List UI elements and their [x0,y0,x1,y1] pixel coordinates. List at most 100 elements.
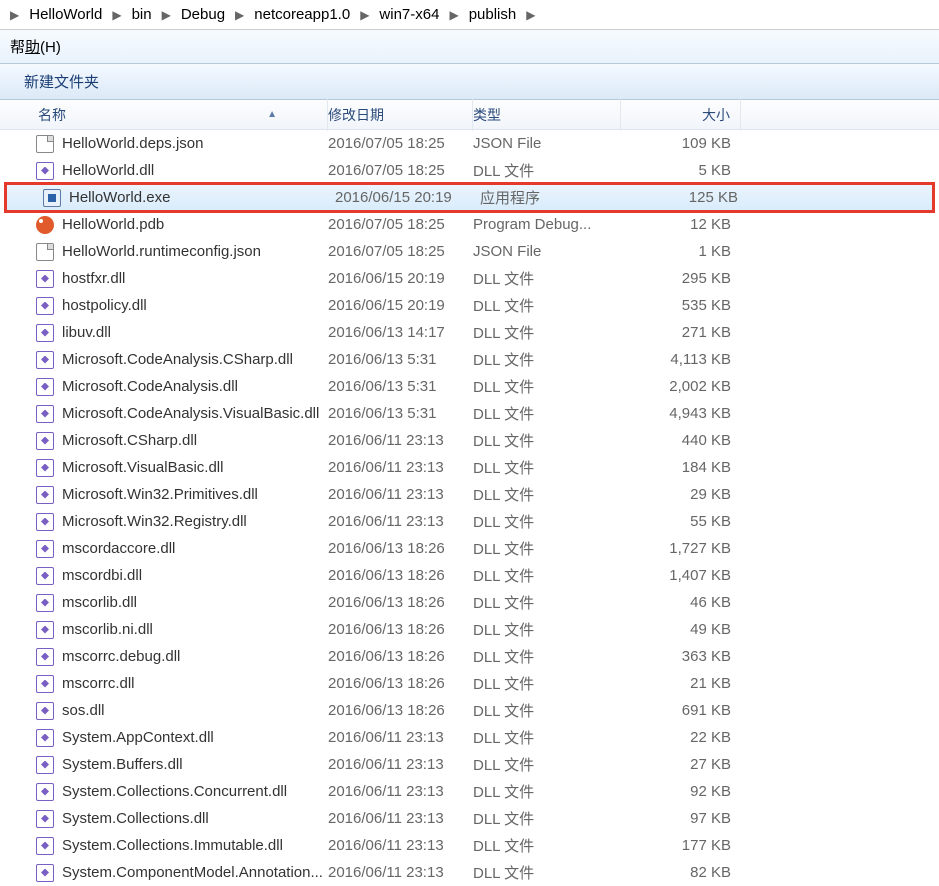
file-type: JSON File [473,135,621,152]
file-date: 2016/06/11 23:13 [328,810,473,827]
file-row[interactable]: System.Collections.Concurrent.dll2016/06… [0,778,939,805]
file-row[interactable]: Microsoft.CodeAnalysis.VisualBasic.dll 20… [0,400,939,427]
file-row[interactable]: HelloWorld.deps.json2016/07/05 18:25JSON… [0,130,939,157]
breadcrumb-separator-icon: ▶ [4,8,25,22]
file-row[interactable]: HelloWorld.pdb2016/07/05 18:25Program De… [0,211,939,238]
file-row[interactable]: System.Collections.Immutable.dll2016/06/… [0,832,939,859]
file-name: HelloWorld.pdb [62,216,164,233]
breadcrumb-item[interactable]: netcoreapp1.0 [250,4,354,25]
file-date: 2016/06/11 23:13 [328,756,473,773]
dll-file-icon [36,162,54,180]
file-name: Microsoft.CodeAnalysis.CSharp.dll [62,351,293,368]
file-name: mscorrc.dll [62,675,135,692]
file-row[interactable]: System.ComponentModel.Annotation...2016/… [0,859,939,886]
file-row[interactable]: Microsoft.CSharp.dll2016/06/11 23:13DLL … [0,427,939,454]
breadcrumb[interactable]: ▶HelloWorld▶bin▶Debug▶netcoreapp1.0▶win7… [0,0,939,30]
dll-file-icon [36,513,54,531]
menu-help[interactable]: 帮助(H) [4,32,67,61]
file-date: 2016/06/15 20:19 [328,297,473,314]
breadcrumb-item[interactable]: HelloWorld [25,4,106,25]
file-row[interactable]: HelloWorld.exe2016/06/15 20:19应用程序125 KB [6,184,933,211]
file-size: 177 KB [621,837,741,854]
file-type: Program Debug... [473,216,621,233]
file-name: Microsoft.Win32.Primitives.dll [62,486,258,503]
file-row[interactable]: System.Buffers.dll2016/06/11 23:13DLL 文件… [0,751,939,778]
file-row[interactable]: Microsoft.CodeAnalysis.dll2016/06/13 5:3… [0,373,939,400]
breadcrumb-item[interactable]: publish [465,4,521,25]
file-type: DLL 文件 [473,700,621,721]
file-name: mscordbi.dll [62,567,142,584]
dll-file-icon [36,486,54,504]
file-row[interactable]: libuv.dll2016/06/13 14:17DLL 文件271 KB [0,319,939,346]
dll-file-icon [36,783,54,801]
file-type: DLL 文件 [473,349,621,370]
file-type: DLL 文件 [473,295,621,316]
file-list[interactable]: HelloWorld.deps.json2016/07/05 18:25JSON… [0,130,939,886]
dll-file-icon [36,297,54,315]
dll-file-icon [36,594,54,612]
file-name: HelloWorld.deps.json [62,135,203,152]
breadcrumb-item[interactable]: Debug [177,4,229,25]
file-row[interactable]: mscordaccore.dll2016/06/13 18:26DLL 文件1,… [0,535,939,562]
file-date: 2016/06/13 18:26 [328,621,473,638]
column-header-type[interactable]: 类型 [473,99,621,131]
file-type: DLL 文件 [473,565,621,586]
file-size: 49 KB [621,621,741,638]
file-row[interactable]: Microsoft.Win32.Registry.dll2016/06/11 2… [0,508,939,535]
file-date: 2016/06/11 23:13 [328,432,473,449]
dll-file-icon [36,675,54,693]
file-date: 2016/06/11 23:13 [328,729,473,746]
dll-file-icon [36,756,54,774]
file-row[interactable]: System.AppContext.dll2016/06/11 23:13DLL… [0,724,939,751]
file-row[interactable]: mscorrc.debug.dll2016/06/13 18:26DLL 文件3… [0,643,939,670]
file-name: Microsoft.CodeAnalysis.VisualBasic.dll [62,405,319,422]
file-name: mscordaccore.dll [62,540,175,557]
file-date: 2016/06/11 23:13 [328,459,473,476]
file-name: mscorlib.dll [62,594,137,611]
breadcrumb-item[interactable]: win7-x64 [375,4,443,25]
file-name: mscorlib.ni.dll [62,621,153,638]
dll-file-icon [36,432,54,450]
file-type: DLL 文件 [473,484,621,505]
file-row[interactable]: Microsoft.VisualBasic.dll2016/06/11 23:1… [0,454,939,481]
dll-file-icon [36,351,54,369]
file-type: DLL 文件 [473,322,621,343]
file-type: DLL 文件 [473,376,621,397]
file-row[interactable]: mscorlib.dll2016/06/13 18:26DLL 文件46 KB [0,589,939,616]
column-header-name[interactable]: 名称 ▲ [0,99,328,131]
file-date: 2016/07/05 18:25 [328,162,473,179]
file-date: 2016/06/11 23:13 [328,864,473,881]
file-type: DLL 文件 [473,862,621,883]
file-date: 2016/07/05 18:25 [328,243,473,260]
file-date: 2016/06/13 14:17 [328,324,473,341]
pdb-file-icon [36,216,54,234]
file-row[interactable]: hostpolicy.dll2016/06/15 20:19DLL 文件535 … [0,292,939,319]
file-date: 2016/06/13 18:26 [328,702,473,719]
file-row[interactable]: HelloWorld.dll2016/07/05 18:25DLL 文件5 KB [0,157,939,184]
file-date: 2016/06/15 20:19 [335,189,480,206]
file-row[interactable]: hostfxr.dll2016/06/15 20:19DLL 文件295 KB [0,265,939,292]
column-header-date[interactable]: 修改日期 [328,99,473,131]
file-date: 2016/06/11 23:13 [328,513,473,530]
file-date: 2016/06/13 5:31 [328,405,473,422]
file-size: 97 KB [621,810,741,827]
json-file-icon [36,135,54,153]
breadcrumb-separator-icon: ▶ [106,8,127,22]
file-name: mscorrc.debug.dll [62,648,180,665]
file-row[interactable]: mscorlib.ni.dll 2016/06/13 18:26DLL 文件49 … [0,616,939,643]
file-row[interactable]: Microsoft.Win32.Primitives.dll2016/06/11… [0,481,939,508]
file-type: DLL 文件 [473,619,621,640]
file-row[interactable]: sos.dll2016/06/13 18:26DLL 文件691 KB [0,697,939,724]
file-row[interactable]: Microsoft.CodeAnalysis.CSharp.dll2016/06… [0,346,939,373]
file-name: hostpolicy.dll [62,297,147,314]
new-folder-button[interactable]: 新建文件夹 [16,67,107,96]
file-size: 27 KB [621,756,741,773]
breadcrumb-item[interactable]: bin [128,4,156,25]
file-type: DLL 文件 [473,673,621,694]
file-row[interactable]: mscorrc.dll2016/06/13 18:26DLL 文件21 KB [0,670,939,697]
file-row[interactable]: HelloWorld.runtimeconfig.json2016/07/05 … [0,238,939,265]
file-row[interactable]: mscordbi.dll2016/06/13 18:26DLL 文件1,407 … [0,562,939,589]
column-header-size[interactable]: 大小 [621,99,741,131]
file-row[interactable]: System.Collections.dll2016/06/11 23:13DL… [0,805,939,832]
menu-help-text: 帮助(H) [10,39,61,56]
